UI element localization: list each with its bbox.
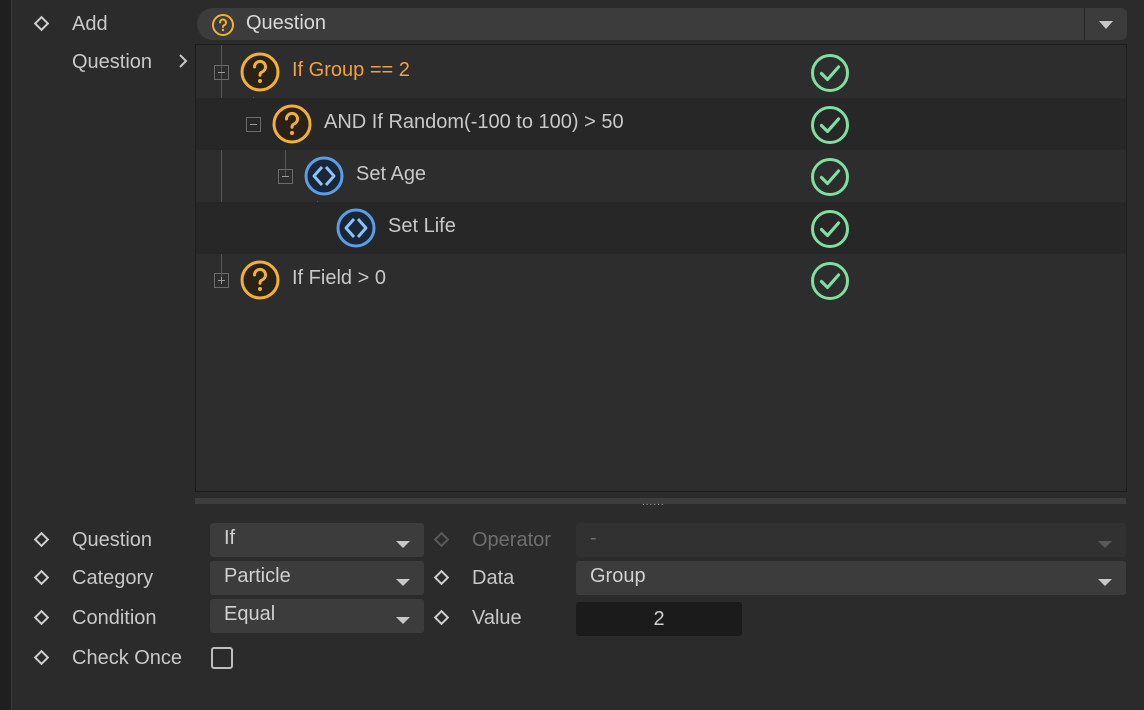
tree-row-label: If Group == 2	[292, 59, 410, 81]
check-circle-icon	[811, 210, 849, 248]
check-circle-icon	[811, 106, 849, 144]
operator-label: Operator	[472, 529, 551, 551]
keyframe-diamond-icon[interactable]	[33, 569, 50, 586]
collapse-toggle[interactable]	[246, 117, 261, 132]
tree-row[interactable]: If Field > 0	[196, 254, 1126, 306]
tree-row-label: Set Life	[388, 215, 456, 237]
value-label: Value	[472, 607, 522, 629]
data-dropdown[interactable]: Group	[576, 561, 1126, 595]
keyframe-diamond-icon[interactable]	[33, 609, 50, 626]
add-label: Add	[72, 13, 108, 35]
action-icon	[336, 208, 376, 248]
operator-dropdown: -	[576, 523, 1126, 557]
condition-dropdown[interactable]: Equal	[210, 599, 424, 633]
check-circle-icon	[811, 158, 849, 196]
keyframe-diamond-icon[interactable]	[433, 569, 450, 586]
splitter-grip[interactable]: ......	[642, 498, 665, 508]
chevron-down-icon[interactable]	[1099, 21, 1113, 29]
condition-dropdown-value: Equal	[224, 603, 276, 625]
data-label: Data	[472, 567, 515, 589]
tree-row[interactable]: If Group == 2	[196, 46, 1126, 98]
action-icon	[304, 156, 344, 196]
collapse-toggle[interactable]	[214, 65, 229, 80]
keyframe-diamond-icon[interactable]	[33, 15, 50, 32]
tree-row[interactable]: AND If Random(-100 to 100) > 50	[196, 98, 1126, 150]
expand-toggle[interactable]	[214, 273, 229, 288]
question-icon	[240, 52, 280, 92]
question-icon	[212, 14, 234, 36]
chevron-down-icon	[1098, 579, 1112, 586]
tree-row-label: If Field > 0	[292, 267, 386, 289]
question-dropdown[interactable]: If	[210, 523, 424, 557]
data-dropdown-value: Group	[590, 565, 646, 587]
chevron-down-icon	[396, 541, 410, 548]
check-once-checkbox[interactable]	[211, 647, 233, 669]
dropdown-separator	[1084, 8, 1085, 40]
tree-row-label: AND If Random(-100 to 100) > 50	[324, 111, 624, 133]
value-input[interactable]: 2	[576, 602, 742, 636]
chevron-down-icon	[1098, 541, 1112, 548]
keyframe-diamond-icon[interactable]	[433, 609, 450, 626]
category-dropdown-value: Particle	[224, 565, 291, 587]
add-dropdown-value: Question	[246, 12, 327, 34]
question-label: Question	[72, 529, 153, 551]
chevron-down-icon	[396, 617, 410, 624]
question-dropdown-value: If	[224, 527, 236, 549]
question-tree[interactable]: If Group == 2 AND If Random(-100 to 100)…	[195, 44, 1127, 492]
chevron-right-icon[interactable]	[177, 52, 189, 70]
tree-row[interactable]: Set Life	[196, 202, 1126, 254]
check-circle-icon	[811, 262, 849, 300]
keyframe-diamond-icon	[433, 531, 450, 548]
category-label: Category	[72, 567, 154, 589]
keyframe-diamond-icon[interactable]	[33, 649, 50, 666]
collapse-toggle[interactable]	[278, 169, 293, 184]
question-nav-label[interactable]: Question	[72, 50, 152, 74]
condition-label: Condition	[72, 607, 157, 629]
tree-row-label: Set Age	[356, 163, 427, 185]
keyframe-diamond-icon[interactable]	[33, 531, 50, 548]
left-edge-panel	[0, 0, 12, 710]
add-dropdown[interactable]: Question	[197, 8, 1127, 40]
operator-dropdown-value: -	[590, 527, 597, 549]
question-icon	[240, 260, 280, 300]
category-dropdown[interactable]: Particle	[210, 561, 424, 595]
question-icon	[272, 104, 312, 144]
chevron-down-icon	[396, 579, 410, 586]
check-once-label: Check Once	[72, 647, 183, 669]
tree-row[interactable]: Set Age	[196, 150, 1126, 202]
check-circle-icon	[811, 54, 849, 92]
